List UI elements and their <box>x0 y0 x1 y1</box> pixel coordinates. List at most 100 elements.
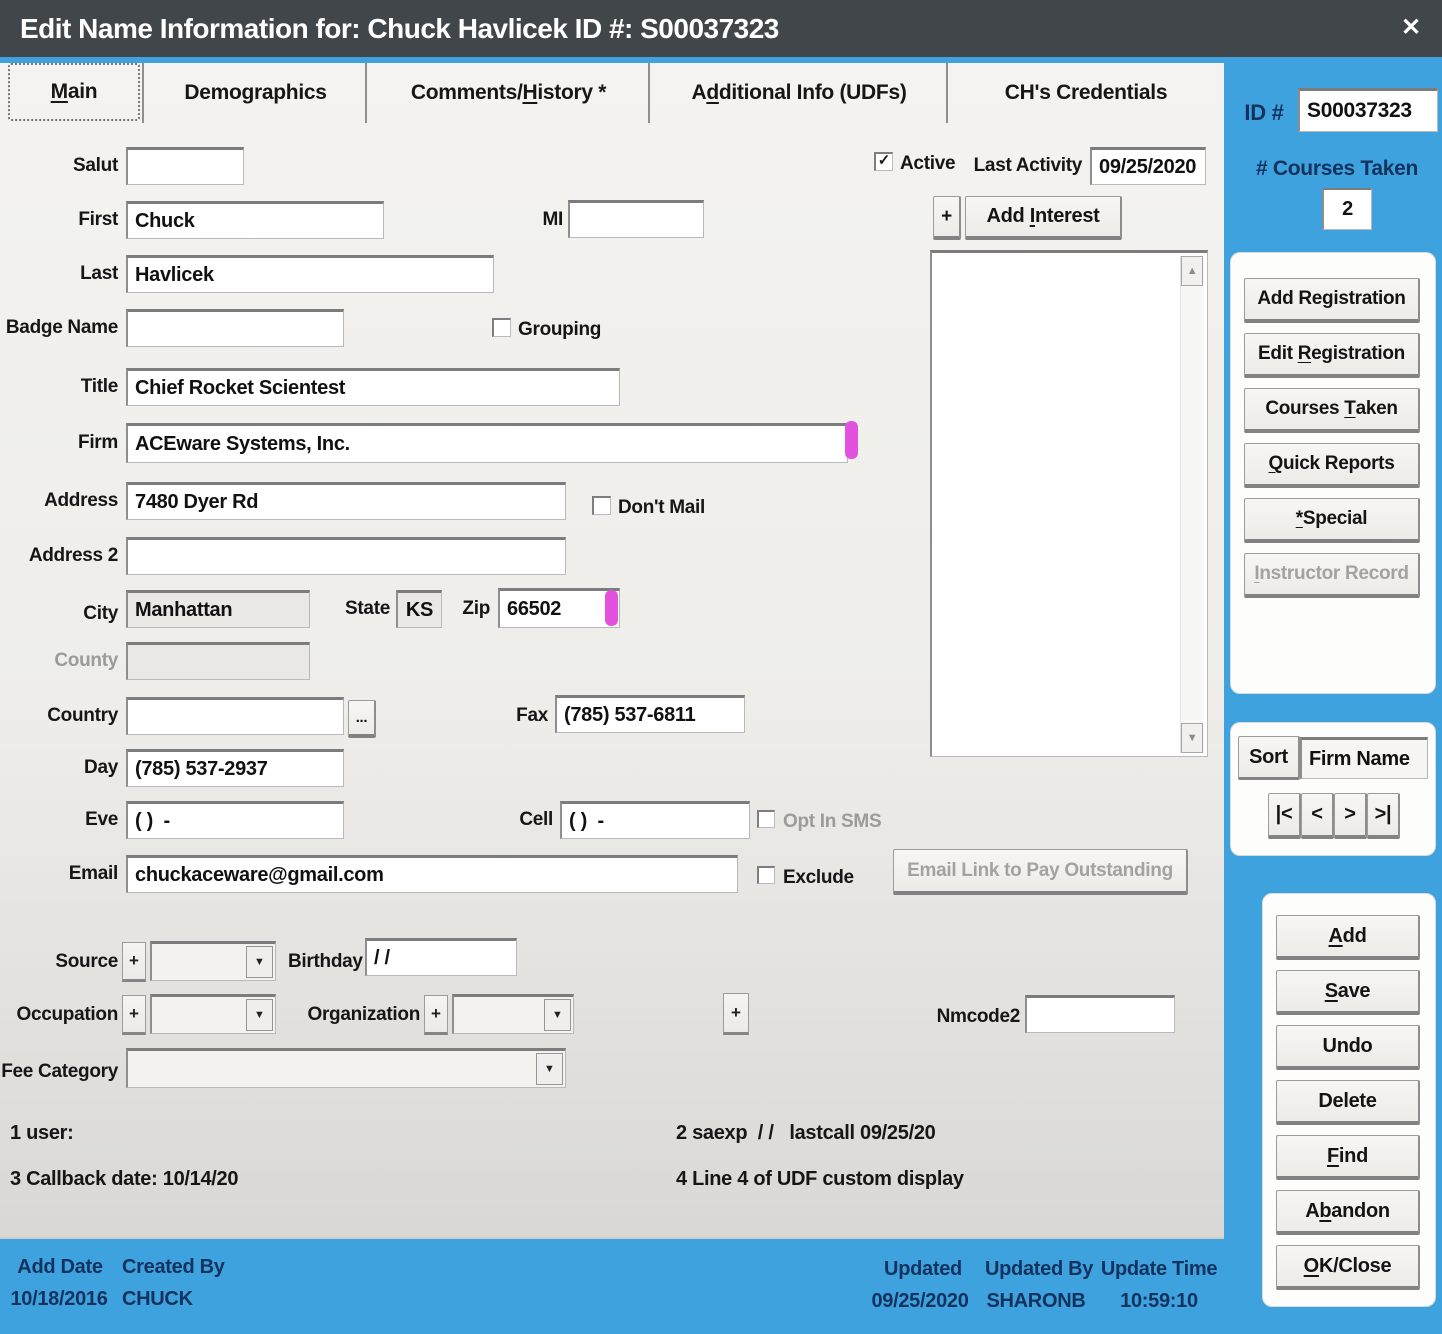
title-field[interactable]: Chief Rocket Scientest <box>126 368 620 406</box>
address2-field[interactable] <box>126 537 566 575</box>
tab-main[interactable]: Main <box>8 63 140 121</box>
email-link-pay-button[interactable]: Email Link to Pay Outstanding <box>893 849 1188 895</box>
last-activity-field[interactable]: 09/25/2020 <box>1090 147 1206 185</box>
source-dropdown[interactable]: ▼ <box>150 941 276 981</box>
delete-button[interactable]: Delete <box>1276 1080 1420 1125</box>
tab-comments-history[interactable]: Comments/History * <box>365 63 650 123</box>
save-button[interactable]: Save <box>1276 970 1420 1015</box>
occupation-dropdown[interactable]: ▼ <box>150 994 276 1034</box>
tab-additional-info[interactable]: Ad ditional Info (UDFs) <box>648 63 948 123</box>
tab-demographics[interactable]: Demographics <box>142 63 367 123</box>
abandon-button[interactable]: Ab andon <box>1276 1190 1420 1235</box>
mi-label: MI <box>542 209 563 230</box>
dropdown-arrow-icon[interactable]: ▼ <box>536 1053 563 1085</box>
add-date-label: Add Date <box>17 1256 103 1278</box>
source-label: Source <box>55 951 118 972</box>
edit-registration-button[interactable]: Edit Registration <box>1244 333 1420 378</box>
dropdown-arrow-icon[interactable]: ▼ <box>544 999 571 1031</box>
nav-first-button[interactable]: |< <box>1268 793 1301 839</box>
scroll-up-icon[interactable]: ▲ <box>1181 256 1203 286</box>
tab-credentials[interactable]: CH's Credentials <box>946 63 1224 123</box>
updated-label: Updated <box>884 1258 962 1280</box>
updated-by-value: SHARONB <box>986 1290 1086 1312</box>
id-field[interactable]: S00037323 <box>1298 88 1438 132</box>
fax-field[interactable]: (785) 537-6811 <box>555 695 745 733</box>
text-cursor-firm <box>845 421 858 459</box>
nav-prev-button[interactable]: < <box>1301 793 1334 839</box>
courses-taken-button[interactable]: Courses Taken <box>1244 388 1420 433</box>
organization-plus-button[interactable]: + <box>424 995 448 1035</box>
eve-phone-field[interactable]: ( ) - <box>126 801 344 839</box>
dropdown-arrow-icon[interactable]: ▼ <box>246 999 273 1031</box>
interest-plus-button[interactable]: + <box>933 196 961 240</box>
grouping-label: Grouping <box>518 319 602 340</box>
zip-label: Zip <box>462 598 490 619</box>
last-activity-label: Last Activity <box>973 155 1083 176</box>
country-field[interactable] <box>126 697 344 735</box>
day-label: Day <box>84 757 118 778</box>
nmcode2-field[interactable] <box>1025 995 1175 1033</box>
opt-in-sms-checkbox[interactable] <box>757 810 775 828</box>
city-label: City <box>83 603 118 624</box>
occupation-plus-button[interactable]: + <box>122 995 146 1035</box>
active-label: Active <box>900 153 956 174</box>
nav-next-button[interactable]: > <box>1334 793 1367 839</box>
first-field[interactable]: Chuck <box>126 201 384 239</box>
nav-last-button[interactable]: >| <box>1367 793 1400 839</box>
fee-category-dropdown[interactable]: ▼ <box>126 1048 566 1088</box>
address-label: Address <box>44 490 118 511</box>
quick-reports-button[interactable]: Quick Reports <box>1244 443 1420 488</box>
update-time-value: 10:59:10 <box>1120 1290 1198 1312</box>
find-button[interactable]: Find <box>1276 1135 1420 1180</box>
dropdown-arrow-icon[interactable]: ▼ <box>246 946 273 978</box>
organization-dropdown[interactable]: ▼ <box>452 994 574 1034</box>
dont-mail-checkbox[interactable] <box>592 496 611 515</box>
birthday-field[interactable]: / / <box>365 938 517 976</box>
close-icon[interactable]: ✕ <box>1392 8 1430 46</box>
active-checkbox[interactable]: ✓ <box>874 152 893 171</box>
city-field[interactable]: Manhattan <box>126 590 310 628</box>
cell-label: Cell <box>519 809 553 830</box>
created-by-label: Created By <box>122 1256 225 1278</box>
interest-listbox[interactable]: ▲ ▼ <box>930 250 1208 757</box>
address-field[interactable]: 7480 Dyer Rd <box>126 482 566 520</box>
cell-phone-field[interactable]: ( ) - <box>560 801 750 839</box>
day-phone-field[interactable]: (785) 537-2937 <box>126 749 344 787</box>
opt-in-sms-label: Opt In SMS <box>783 811 882 832</box>
extra-plus-button[interactable]: + <box>723 993 749 1035</box>
sort-label: Sort <box>1238 736 1300 780</box>
county-field[interactable] <box>126 642 310 680</box>
mi-field[interactable] <box>568 200 704 238</box>
badge-name-field[interactable] <box>126 309 344 347</box>
status-line-4: 4 Line 4 of UDF custom display <box>676 1168 964 1190</box>
add-button[interactable]: Add <box>1276 915 1420 960</box>
add-registration-button[interactable]: Add Registration <box>1244 278 1420 323</box>
window-title: Edit Name Information for: Chuck Havlice… <box>20 12 779 44</box>
grouping-checkbox[interactable] <box>492 318 511 337</box>
state-field[interactable]: KS <box>396 590 442 628</box>
status-line-2: 2 saexp / / lastcall 09/25/20 <box>676 1122 936 1144</box>
salut-field[interactable] <box>126 147 244 185</box>
zip-field[interactable]: 66502 <box>498 588 620 628</box>
add-interest-button[interactable]: Add Interest <box>965 196 1122 240</box>
last-label: Last <box>80 263 118 284</box>
ok-close-button[interactable]: O K/Close <box>1276 1245 1420 1290</box>
first-label: First <box>78 209 118 230</box>
undo-button[interactable]: Undo <box>1276 1025 1420 1070</box>
email-field[interactable]: chuckaceware@gmail.com <box>126 855 738 893</box>
country-browse-button[interactable]: ... <box>348 700 376 738</box>
created-by-value: CHUCK <box>122 1288 193 1310</box>
courses-taken-label: # Courses Taken <box>1255 157 1418 180</box>
exclude-checkbox[interactable] <box>757 866 775 884</box>
updated-by-label: Updated By <box>985 1258 1094 1280</box>
exclude-label: Exclude <box>783 867 854 888</box>
instructor-record-button[interactable]: Instructor Record <box>1244 553 1420 598</box>
scroll-down-icon[interactable]: ▼ <box>1181 723 1203 753</box>
special-button[interactable]: * Special <box>1244 498 1420 543</box>
last-field[interactable]: Havlicek <box>126 255 494 293</box>
sort-order-field[interactable]: Firm Name <box>1300 737 1428 779</box>
occupation-label: Occupation <box>16 1004 118 1025</box>
firm-field[interactable]: ACEware Systems, Inc. <box>126 423 848 463</box>
courses-taken-count: 2 <box>1322 188 1372 230</box>
source-plus-button[interactable]: + <box>122 942 146 982</box>
